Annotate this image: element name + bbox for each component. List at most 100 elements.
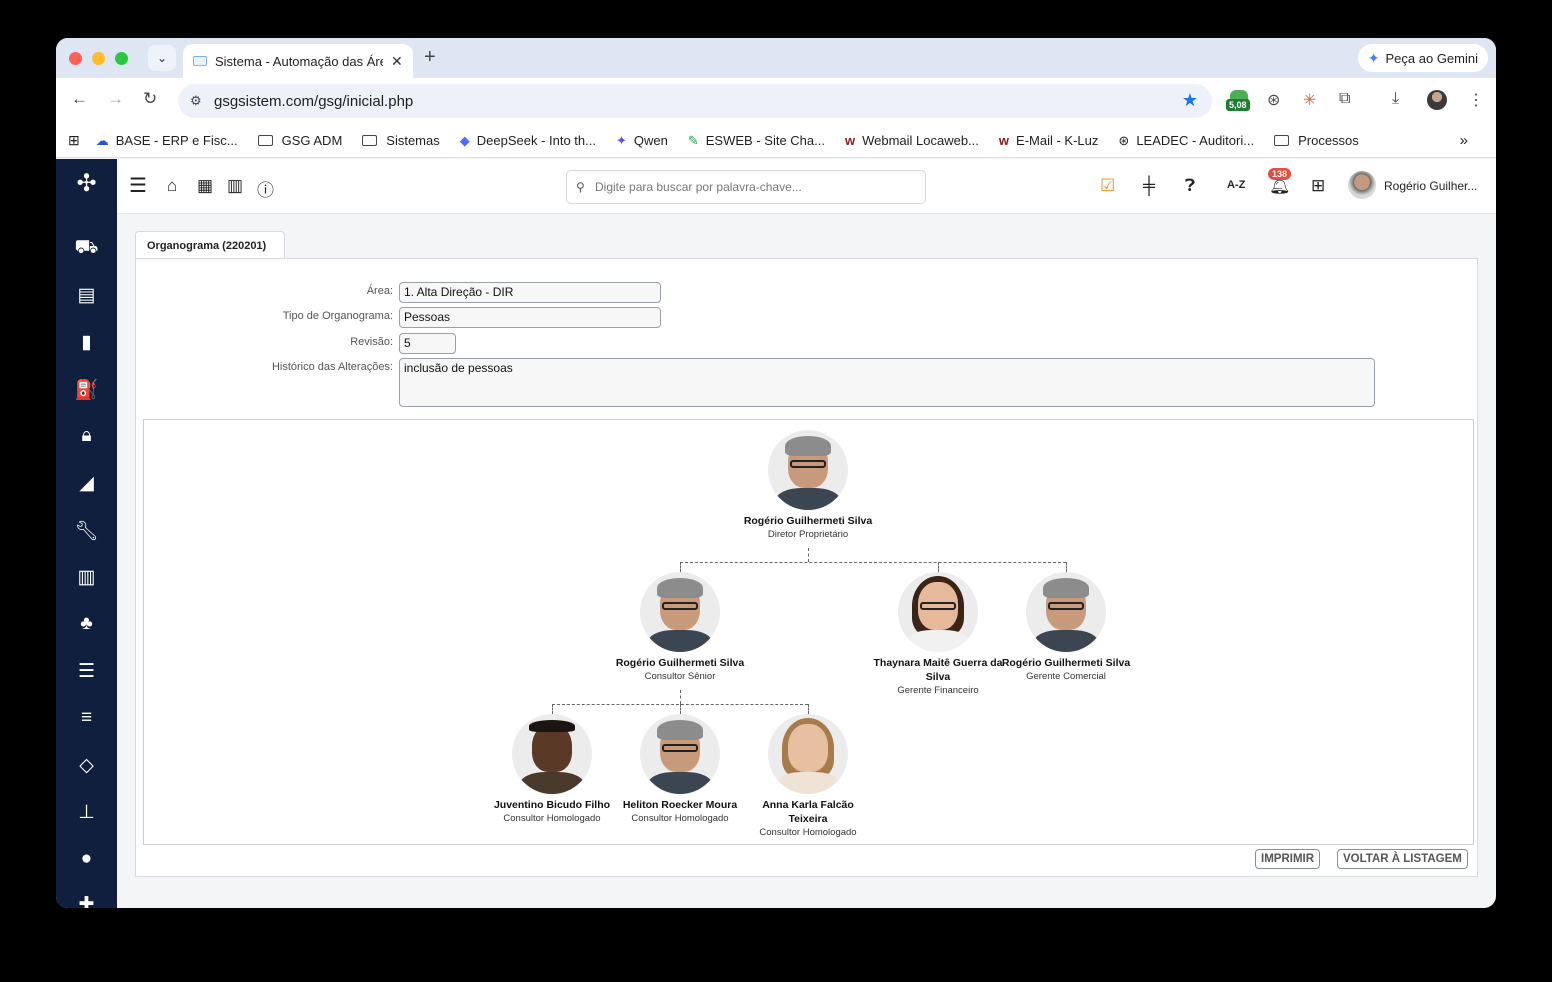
calendar-icon[interactable]: ▦: [197, 176, 213, 196]
reload-icon[interactable]: ↻: [143, 89, 157, 109]
tab-strip: ⌄ Sistema - Automação das Áre ✕ + ✦ Peça…: [56, 38, 1496, 78]
az-index-button[interactable]: A-Z: [1227, 179, 1245, 191]
browser-tab[interactable]: Sistema - Automação das Áre ✕: [183, 44, 413, 78]
extension-weather-icon[interactable]: 5,08: [1226, 90, 1252, 112]
close-window-button[interactable]: [69, 52, 82, 65]
bookmark-webmail[interactable]: w Webmail Locaweb...: [845, 133, 979, 148]
keyword-search-input[interactable]: ⚲ Digite para buscar por palavra-chave..…: [566, 170, 926, 204]
org-node-anna-karla[interactable]: Anna Karla Falcão Teixeira Consultor Hom…: [743, 714, 873, 839]
apps-grid-icon[interactable]: ⊞: [1311, 176, 1325, 196]
tipo-organograma-field[interactable]: Pessoas: [399, 307, 661, 328]
extensions-puzzle-icon[interactable]: ⧉: [1339, 90, 1350, 108]
map-icon[interactable]: ▥: [56, 566, 117, 589]
database-icon[interactable]: ☰: [56, 660, 117, 683]
home-icon[interactable]: ⌂: [167, 176, 177, 196]
org-node-heliton[interactable]: Heliton Roecker Moura Consultor Homologa…: [615, 714, 745, 825]
map-icon[interactable]: ▥: [227, 176, 243, 196]
numbered-list-icon[interactable]: ≡: [56, 707, 117, 729]
new-tab-button[interactable]: +: [424, 46, 436, 69]
truck-icon[interactable]: ⛟: [56, 237, 117, 261]
cloud-icon: ☁: [95, 132, 109, 148]
gemini-button[interactable]: ✦ Peça ao Gemini: [1357, 44, 1488, 72]
hamburger-menu-icon[interactable]: ☰: [129, 173, 147, 198]
bookmark-star-icon[interactable]: ★: [1182, 90, 1198, 111]
gemini-spark-icon: ✦: [1367, 49, 1380, 66]
tab-title: Sistema - Automação das Áre: [215, 53, 383, 69]
bookmark-gsg-adm[interactable]: GSG ADM: [257, 133, 342, 148]
bookmark-base[interactable]: ☁ BASE - ERP e Fisc...: [96, 133, 238, 149]
maximize-window-button[interactable]: [115, 52, 128, 65]
org-node-consultor-senior[interactable]: Rogério Guilhermeti Silva Consultor Sêni…: [615, 572, 745, 683]
bookmarks-overflow-icon[interactable]: »: [1460, 132, 1468, 149]
organograma-panel: Área: 1. Alta Direção - DIR Tipo de Orga…: [135, 258, 1478, 877]
tree-icon[interactable]: ♣: [56, 613, 117, 635]
openai-extension-icon[interactable]: ⊛: [1267, 90, 1280, 110]
app-top-nav: ☰ ⌂ ▦ ▥ ⓘ ⚲ Digite para buscar por palav…: [117, 159, 1496, 214]
claude-extension-icon[interactable]: ✳: [1303, 90, 1316, 110]
node-role: Gerente Financeiro: [897, 685, 979, 696]
help-icon[interactable]: ❓︎: [1185, 176, 1195, 196]
historico-textarea[interactable]: inclusão de pessoas: [399, 358, 1375, 407]
bookmark-deepseek[interactable]: ◆ DeepSeek - Into th...: [460, 133, 596, 149]
archive-box-icon[interactable]: ▤: [56, 284, 117, 307]
area-chart-icon[interactable]: ◢: [56, 472, 117, 495]
revisao-field[interactable]: 5: [399, 333, 456, 354]
node-role: Consultor Homologado: [503, 813, 601, 824]
tab-search-button[interactable]: ⌄: [148, 45, 176, 71]
wrench-icon[interactable]: 🔧︎: [56, 519, 117, 543]
node-role: Gerente Comercial: [1026, 671, 1106, 682]
avatar: [768, 714, 848, 794]
minimize-window-button[interactable]: [92, 52, 105, 65]
bookmark-leadec[interactable]: ⊛ LEADEC - Auditori...: [1118, 133, 1254, 149]
app-logo-icon[interactable]: ✣: [56, 169, 117, 198]
apps-grid-icon[interactable]: ⊞: [68, 132, 80, 149]
fire-extinguisher-icon[interactable]: ⛽: [56, 378, 117, 402]
avatar: [640, 572, 720, 652]
back-to-list-button[interactable]: VOLTAR À LISTAGEM: [1337, 849, 1468, 869]
node-name: Heliton Roecker Moura: [622, 799, 738, 811]
bookmark-qwen[interactable]: ✦ Qwen: [616, 133, 668, 149]
org-chart: Rogério Guilhermeti Silva Diretor Propri…: [143, 419, 1474, 845]
sitemap-icon[interactable]: ⊥: [56, 801, 117, 824]
area-field[interactable]: 1. Alta Direção - DIR: [399, 282, 661, 303]
bookmark-icon[interactable]: ▮: [56, 331, 117, 354]
search-placeholder: Digite para buscar por palavra-chave...: [595, 180, 802, 194]
tab-close-icon[interactable]: ✕: [391, 53, 403, 70]
connector-line: [680, 690, 681, 704]
connector-line: [680, 704, 681, 714]
folder-icon: [1274, 135, 1290, 146]
diamond-icon[interactable]: ◇: [56, 754, 117, 777]
url-text: gsgsistem.com/gsg/inicial.php: [214, 92, 414, 110]
lock-icon[interactable]: 🔒︎: [56, 425, 117, 447]
bookmark-processos[interactable]: Processos: [1274, 133, 1359, 148]
plus-square-icon[interactable]: ✚: [56, 893, 117, 908]
folder-icon: [362, 135, 378, 146]
info-icon[interactable]: ⓘ: [257, 176, 274, 201]
menu-kebab-icon[interactable]: ⋮: [1468, 90, 1484, 110]
bookmark-sistemas[interactable]: Sistemas: [362, 133, 440, 148]
address-bar[interactable]: ⚙ gsgsistem.com/gsg/inicial.php ★: [178, 84, 1212, 118]
tab-organograma[interactable]: Organograma (220201): [135, 231, 285, 259]
avatar: [898, 572, 978, 652]
org-node-gerente-financeiro[interactable]: Thaynara Maitê Guerra da Silva Gerente F…: [873, 572, 1003, 697]
user-icon[interactable]: ●: [56, 848, 117, 870]
back-arrow-icon[interactable]: ←: [71, 89, 88, 109]
profile-avatar-icon[interactable]: [1427, 90, 1447, 110]
openai-icon: ⊛: [1118, 132, 1130, 148]
avatar: [1026, 572, 1106, 652]
org-node-juventino[interactable]: Juventino Bicudo Filho Consultor Homolog…: [487, 714, 617, 825]
org-node-gerente-comercial[interactable]: Rogério Guilhermeti Silva Gerente Comerc…: [1001, 572, 1131, 683]
org-node-root[interactable]: Rogério Guilhermeti Silva Diretor Propri…: [743, 430, 873, 541]
bookmark-email-kluz[interactable]: w E-Mail - K-Luz: [999, 133, 1098, 148]
task-checkbox-icon[interactable]: ☑: [1100, 176, 1115, 196]
forward-arrow-icon[interactable]: →: [107, 89, 124, 109]
bookmark-esweb[interactable]: ✎ ESWEB - Site Cha...: [688, 133, 825, 149]
gemini-label: Peça ao Gemini: [1385, 50, 1479, 66]
user-avatar[interactable]: [1348, 171, 1376, 199]
signpost-icon[interactable]: ╪: [1143, 176, 1155, 196]
print-button[interactable]: IMPRIMIR: [1255, 849, 1321, 869]
site-settings-icon[interactable]: ⚙: [190, 93, 202, 109]
user-name[interactable]: Rogério Guilher...: [1384, 179, 1477, 193]
download-icon[interactable]: ⤓: [1392, 90, 1399, 108]
connector-line: [1066, 562, 1067, 572]
